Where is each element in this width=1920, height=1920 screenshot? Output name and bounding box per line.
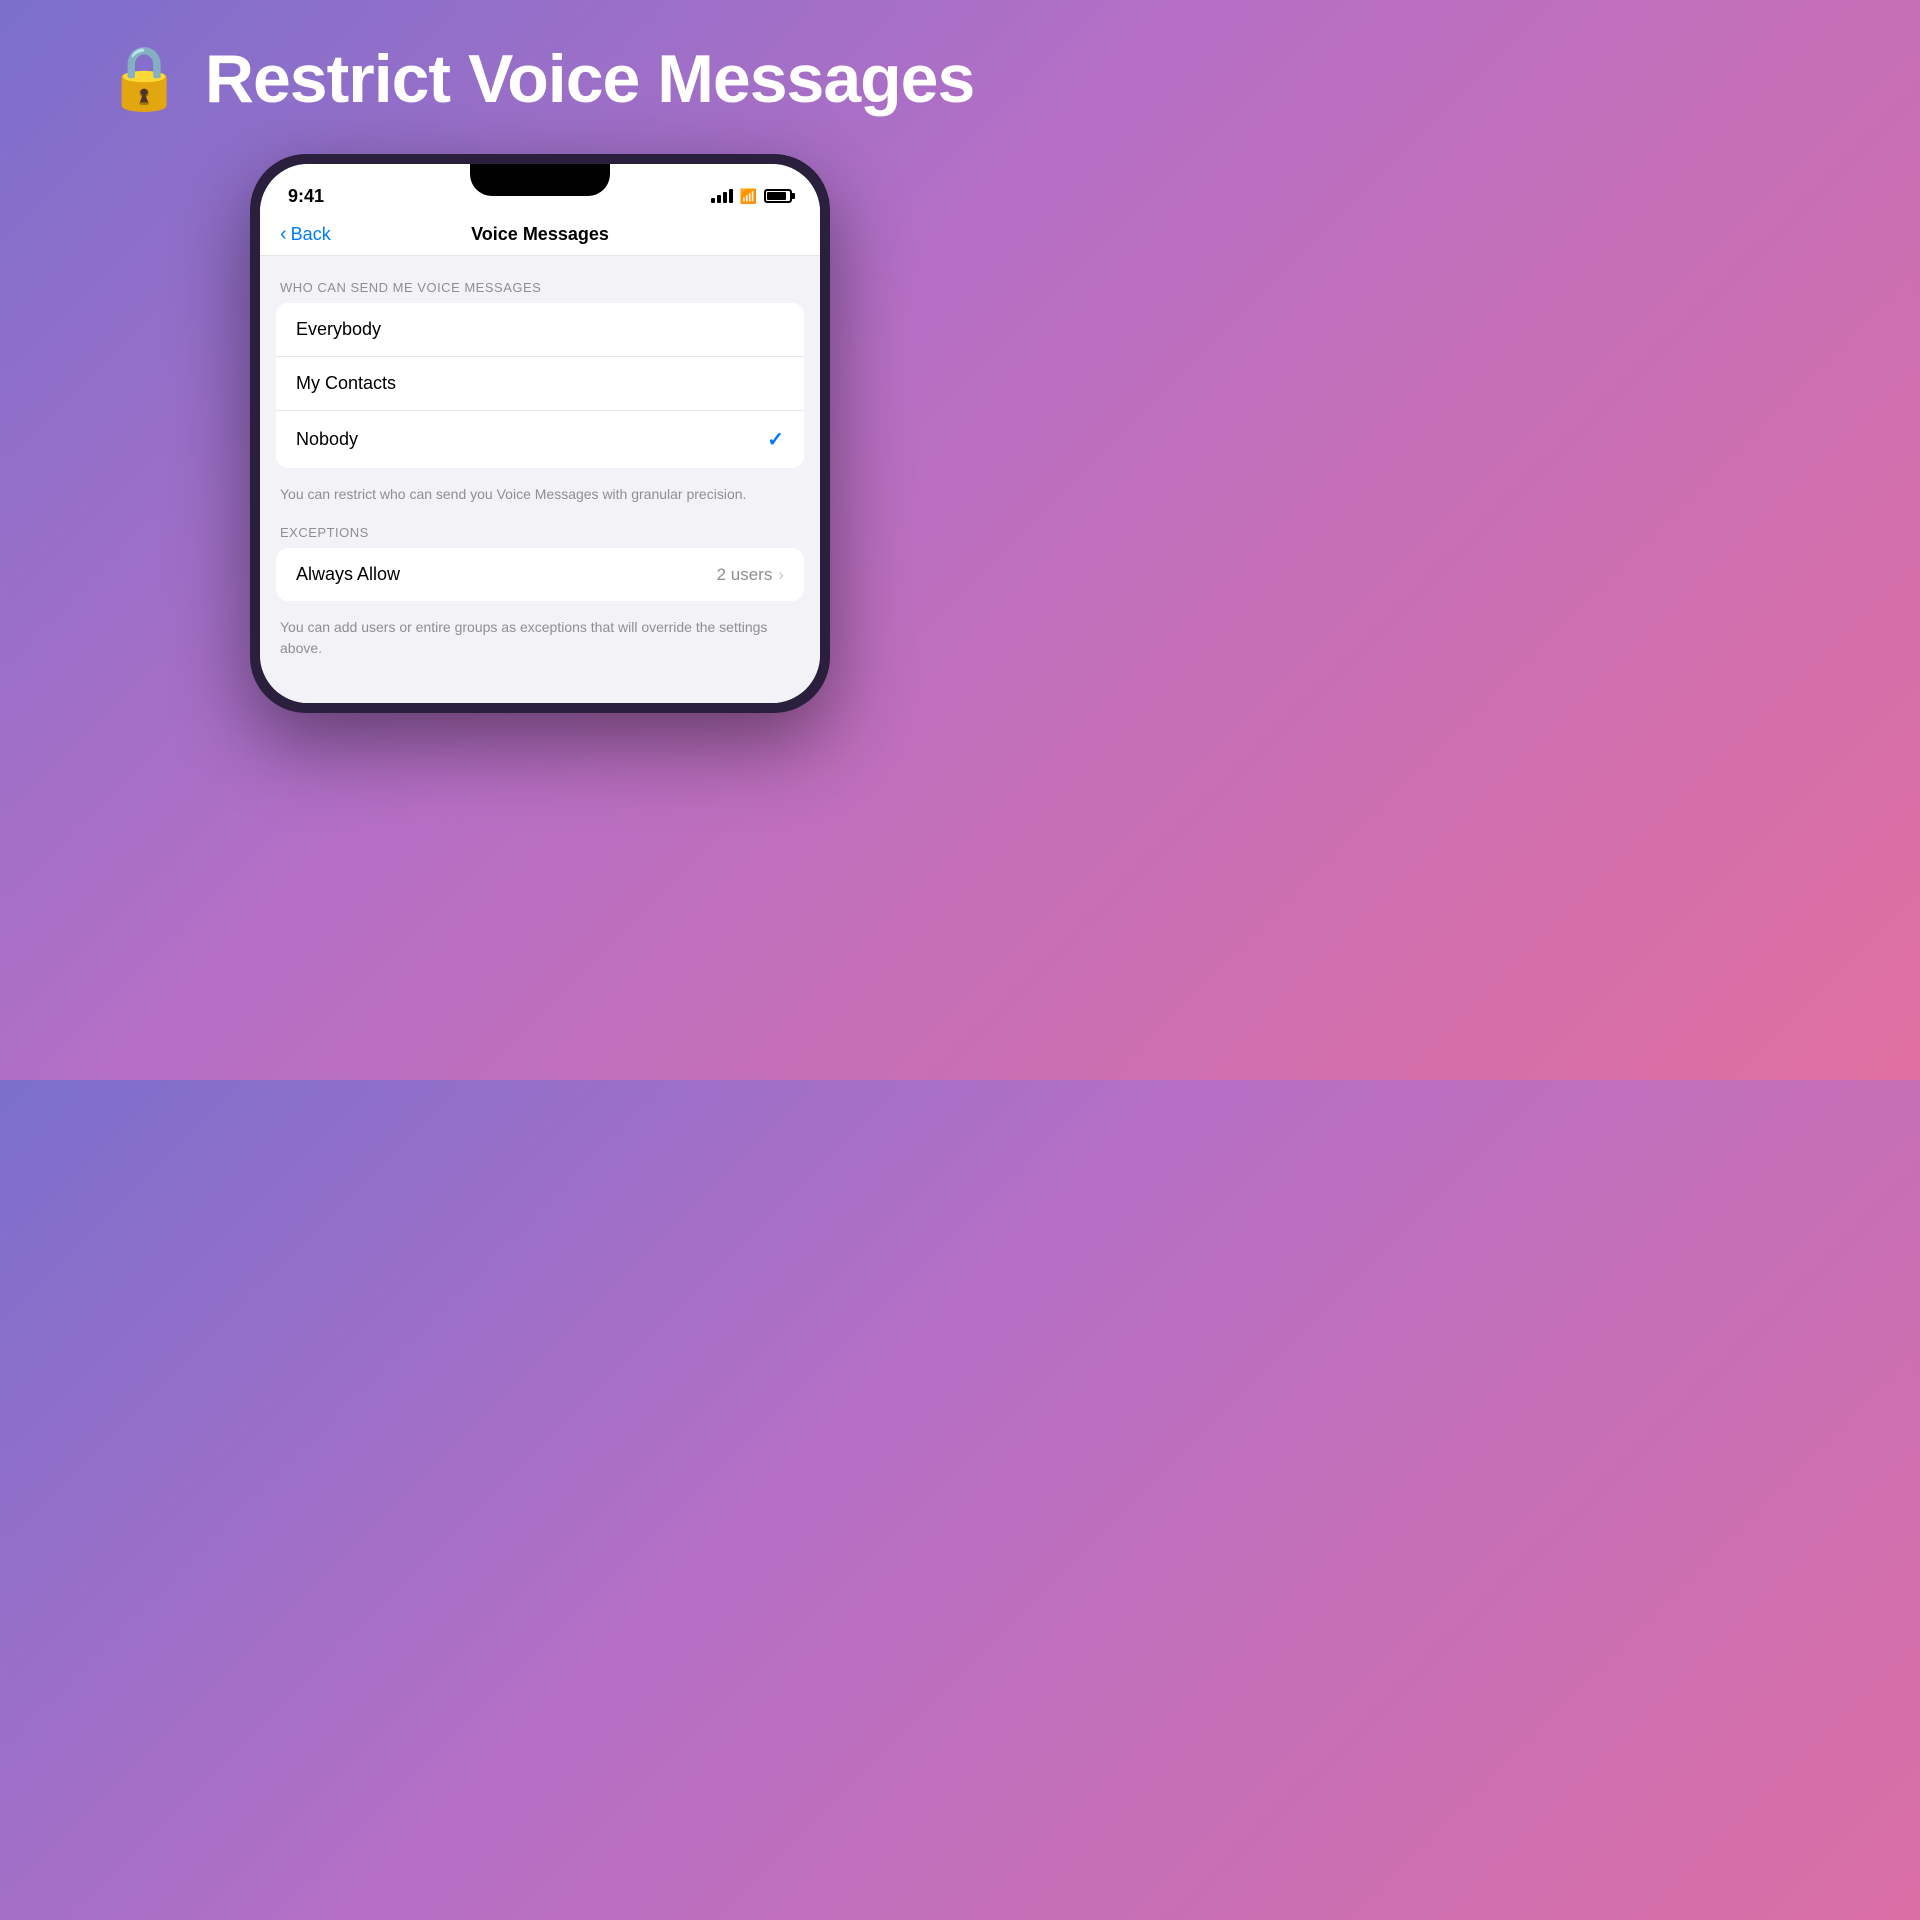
option-my-contacts-label: My Contacts <box>296 373 396 394</box>
battery-fill <box>767 192 786 200</box>
selected-checkmark-icon: ✓ <box>767 427 784 452</box>
status-icons: 📶 <box>711 188 792 205</box>
nav-bar: ‹ Back Voice Messages <box>260 214 820 256</box>
back-button[interactable]: ‹ Back <box>280 223 331 246</box>
option-my-contacts[interactable]: My Contacts <box>276 357 804 411</box>
option-nobody[interactable]: Nobody ✓ <box>276 411 804 468</box>
page-title: Restrict Voice Messages <box>205 40 974 118</box>
always-allow-row[interactable]: Always Allow 2 users › <box>276 548 804 601</box>
option-nobody-label: Nobody <box>296 429 358 450</box>
signal-bar-3 <box>723 192 727 203</box>
signal-bar-1 <box>711 198 715 203</box>
battery-icon <box>764 189 792 203</box>
signal-bar-4 <box>729 189 733 203</box>
signal-bars-icon <box>711 189 733 203</box>
always-allow-label: Always Allow <box>296 564 400 585</box>
back-chevron-icon: ‹ <box>280 223 287 246</box>
phone-screen: 9:41 📶 ‹ Back <box>260 164 820 703</box>
status-bar: 9:41 📶 <box>260 164 820 214</box>
always-allow-right: 2 users › <box>717 565 784 585</box>
exceptions-group: Always Allow 2 users › <box>276 548 804 601</box>
who-description: You can restrict who can send you Voice … <box>260 476 820 525</box>
section-exceptions-label: EXCEPTIONS <box>260 525 820 548</box>
option-everybody-label: Everybody <box>296 319 381 340</box>
wifi-icon: 📶 <box>740 188 757 205</box>
phone-mockup: 9:41 📶 ‹ Back <box>250 154 830 713</box>
nav-title: Voice Messages <box>471 224 609 245</box>
page-title-row: 🔒 Restrict Voice Messages <box>106 40 975 118</box>
status-time: 9:41 <box>288 186 324 207</box>
chevron-right-icon: › <box>778 565 784 585</box>
notch <box>470 164 610 196</box>
lock-icon: 🔒 <box>106 48 183 110</box>
section-who-label: WHO CAN SEND ME VOICE MESSAGES <box>260 280 820 303</box>
exceptions-description: You can add users or entire groups as ex… <box>260 609 820 679</box>
screen-content: WHO CAN SEND ME VOICE MESSAGES Everybody… <box>260 256 820 703</box>
option-everybody[interactable]: Everybody <box>276 303 804 357</box>
back-label[interactable]: Back <box>291 224 331 245</box>
signal-bar-2 <box>717 195 721 203</box>
settings-group-who: Everybody My Contacts Nobody ✓ <box>276 303 804 468</box>
always-allow-value: 2 users <box>717 565 773 585</box>
